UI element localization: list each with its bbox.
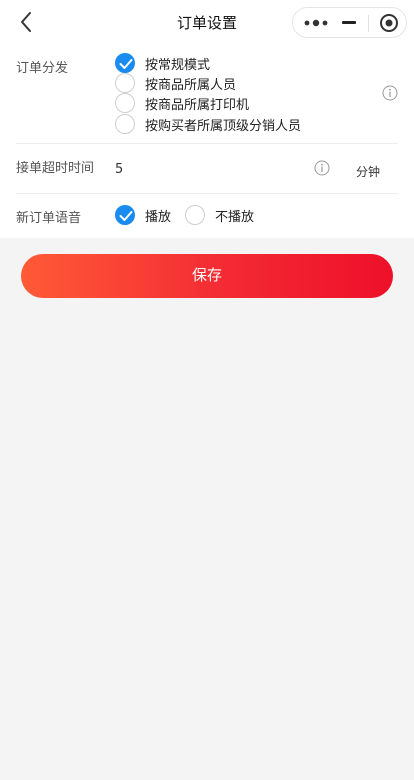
dispatch-label: 订单分发 [16,61,69,76]
divider [16,193,398,194]
timeout-label: 接单超时时间 [16,161,95,176]
radio-checked-icon[interactable] [115,53,135,73]
info-icon[interactable] [382,85,398,101]
voice-option-label: 播放 [145,210,172,225]
voice-option-label: 不播放 [215,210,255,225]
more-icon[interactable] [304,19,328,27]
voice-option-play[interactable]: 播放 [115,205,185,225]
info-icon[interactable] [314,160,330,176]
capsule-divider [368,15,369,32]
radio-unchecked-icon[interactable] [115,93,135,113]
divider [16,143,398,144]
dispatch-option-normal[interactable]: 按常规模式 [115,53,235,73]
minimize-icon[interactable] [342,21,356,24]
dispatch-option-label: 按商品所属打印机 [145,98,250,113]
dispatch-option-product-printer[interactable]: 按商品所属打印机 [115,93,275,113]
mini-program-capsule [292,7,407,38]
radio-unchecked-icon[interactable] [115,73,135,93]
voice-label: 新订单语音 [16,211,82,226]
settings-panel: 订单分发 按常规模式 按商品所属人员 按商品所属打印机 按购买者所属顶级分销人员… [0,44,414,238]
close-target-icon[interactable] [379,13,399,33]
timeout-input[interactable]: 5 [115,162,123,177]
dispatch-option-label: 按常规模式 [145,58,211,73]
radio-unchecked-icon[interactable] [185,205,205,225]
dispatch-option-label: 按购买者所属顶级分销人员 [145,119,302,134]
timeout-unit: 分钟 [356,165,381,179]
radio-unchecked-icon[interactable] [115,114,135,134]
dispatch-option-top-distributor[interactable]: 按购买者所属顶级分销人员 [115,114,325,134]
nav-bar: 订单设置 [0,0,414,44]
dispatch-option-label: 按商品所属人员 [145,78,237,93]
dispatch-option-product-staff[interactable]: 按商品所属人员 [115,73,265,93]
radio-checked-icon[interactable] [115,205,135,225]
save-button[interactable]: 保存 [21,254,393,298]
voice-option-mute[interactable]: 不播放 [185,205,275,225]
